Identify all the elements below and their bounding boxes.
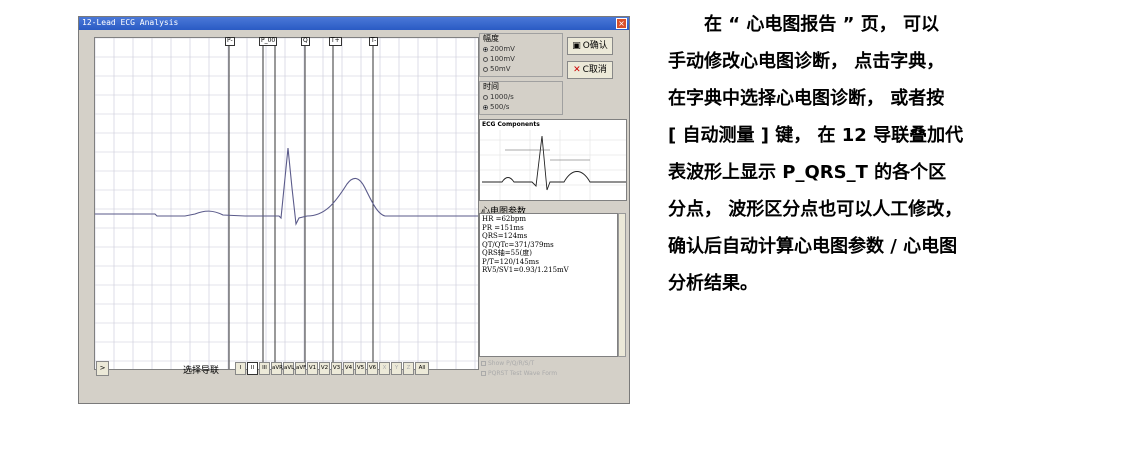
- description-line: 分析结果。: [668, 273, 758, 294]
- lead-button-iii[interactable]: III: [259, 362, 270, 375]
- param-line: QRS=124ms: [482, 232, 528, 240]
- param-line: P/T=120/145ms: [482, 257, 539, 266]
- marker-q[interactable]: Q: [301, 37, 310, 46]
- ecg-components-diagram: [480, 130, 626, 200]
- description-line: 表波形上显示 P_QRS_T 的各个区: [668, 162, 947, 183]
- lead-button-z[interactable]: Z: [403, 362, 414, 375]
- lead-button-v5[interactable]: V5: [355, 362, 366, 375]
- param-line: QT/QTc=371/379ms: [482, 240, 554, 249]
- radio-checked-icon: [483, 46, 488, 52]
- time-option-1000[interactable]: 1000/s: [483, 93, 514, 101]
- title-bar: 12-Lead ECG Analysis ×: [79, 17, 629, 30]
- lead-button-avf[interactable]: aVF: [295, 362, 306, 375]
- description-line: 分点， 波形区分点也可以人工修改，: [668, 199, 963, 220]
- param-line: RV5/SV1=0.93/1.215mV: [482, 266, 569, 274]
- ecg-waveform-area[interactable]: P- P_00 Q T+ T-: [94, 37, 479, 370]
- lead-button-v4[interactable]: V4: [343, 362, 354, 375]
- lead-button-avr[interactable]: aVR: [271, 362, 283, 375]
- lead-button-i[interactable]: I: [235, 362, 246, 375]
- thumbnail-caption: ECG Components: [482, 121, 540, 128]
- description-text: 在 “ 心电图报告 ” 页， 可以 手动修改心电图诊断， 点击字典， 在字典中选…: [668, 6, 1068, 302]
- radio-icon: [483, 56, 488, 62]
- cancel-button-label: C取消: [582, 65, 607, 75]
- checkbox-icon: [481, 371, 486, 376]
- lead-button-v6[interactable]: V6: [367, 362, 378, 375]
- ecg-grid-and-trace: [95, 38, 478, 369]
- lead-button-avl[interactable]: aVL: [283, 362, 294, 375]
- lead-button-ii[interactable]: II: [247, 362, 258, 375]
- marker-p-start[interactable]: P-: [225, 37, 235, 46]
- amplitude-option-100[interactable]: 100mV: [483, 55, 515, 63]
- params-scrollbar[interactable]: [618, 213, 626, 357]
- param-line: QRS轴=55(度): [482, 249, 533, 257]
- ecg-components-thumbnail: ECG Components: [479, 119, 627, 201]
- time-label: 时间: [483, 82, 499, 91]
- ok-button[interactable]: ▣ O确认: [567, 37, 613, 55]
- ecg-trace-line: [95, 147, 478, 226]
- checkbox-label: PQRST Test Wave Form: [488, 370, 558, 377]
- amplitude-option-label: 50mV: [490, 65, 511, 73]
- time-option-label: 1000/s: [490, 93, 514, 101]
- amplitude-option-label: 200mV: [490, 45, 515, 53]
- time-option-500[interactable]: 500/s: [483, 103, 509, 111]
- radio-checked-icon: [483, 104, 488, 110]
- marker-p-00[interactable]: P_00: [259, 37, 278, 46]
- cancel-button[interactable]: ✕ C取消: [567, 61, 613, 79]
- description-line: [ 自动测量 ] 键， 在 12 导联叠加代: [668, 125, 964, 146]
- description-line: 确认后自动计算心电图参数 / 心电图: [668, 236, 958, 257]
- lead-selector: I II III aVR aVL aVF V1 V2 V3 V4 V5 V6 X…: [235, 362, 430, 375]
- params-textarea[interactable]: HR =62bpm PR =151ms QRS=124ms QT/QTc=371…: [479, 213, 618, 357]
- description-line: 在字典中选择心电图诊断， 或者按: [668, 88, 945, 109]
- save-icon: ▣: [572, 41, 581, 51]
- lead-button-x[interactable]: X: [379, 362, 390, 375]
- marker-t-plus[interactable]: T+: [329, 37, 342, 46]
- amplitude-option-200[interactable]: 200mV: [483, 45, 515, 53]
- lead-button-v1[interactable]: V1: [307, 362, 318, 375]
- description-line: 手动修改心电图诊断， 点击字典，: [668, 51, 945, 72]
- checkbox-label: Show P/Q/R/S/T: [488, 360, 535, 367]
- amplitude-option-50[interactable]: 50mV: [483, 65, 511, 73]
- expand-button[interactable]: >: [96, 361, 109, 376]
- lead-button-v3[interactable]: V3: [331, 362, 342, 375]
- lead-button-all[interactable]: All: [415, 362, 429, 375]
- lead-button-y[interactable]: Y: [391, 362, 402, 375]
- ecg-analysis-window: 12-Lead ECG Analysis × P- P_00 Q T+ T- 幅…: [78, 16, 630, 404]
- description-line: 在 “ 心电图报告 ” 页， 可以: [668, 14, 939, 35]
- time-option-label: 500/s: [490, 103, 510, 111]
- param-line: PR =151ms: [482, 223, 524, 232]
- lead-select-label: 选择导联: [183, 366, 220, 376]
- cancel-x-icon: ✕: [573, 65, 581, 75]
- checkbox-icon: [481, 361, 486, 366]
- amplitude-label: 幅度: [483, 34, 499, 43]
- show-pqrst-checkbox[interactable]: Show P/Q/R/S/T: [481, 360, 534, 367]
- amplitude-option-label: 100mV: [490, 55, 515, 63]
- close-icon[interactable]: ×: [616, 18, 627, 29]
- radio-icon: [483, 66, 488, 72]
- window-title: 12-Lead ECG Analysis: [82, 18, 179, 27]
- pqrst-test-waveform-checkbox[interactable]: PQRST Test Wave Form: [481, 370, 557, 377]
- param-line: HR =62bpm: [482, 215, 526, 223]
- marker-t-minus[interactable]: T-: [369, 37, 379, 46]
- ok-button-label: O确认: [582, 41, 608, 51]
- lead-button-v2[interactable]: V2: [319, 362, 330, 375]
- radio-icon: [483, 94, 488, 100]
